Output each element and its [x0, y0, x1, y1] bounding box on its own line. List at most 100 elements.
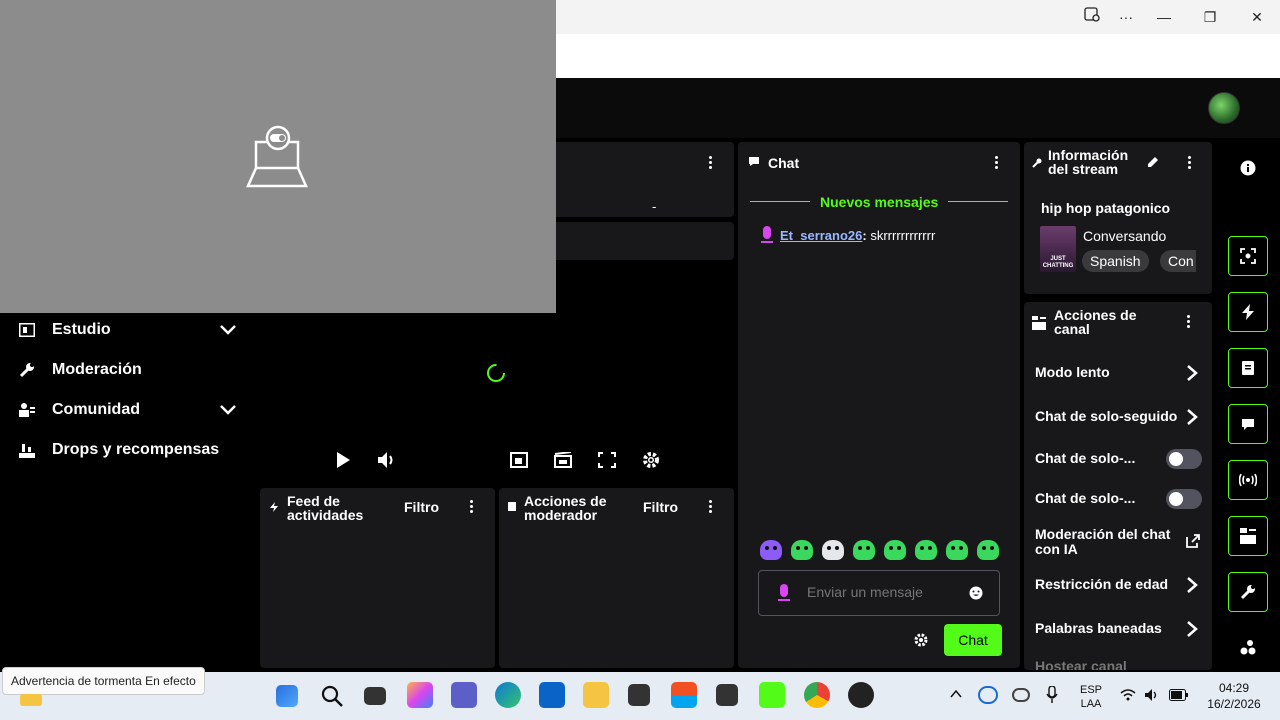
volume-icon[interactable] [1144, 688, 1160, 702]
cloud-icon[interactable] [1012, 688, 1030, 702]
banned-words-item[interactable]: Palabras baneadas [1035, 621, 1162, 636]
edge-icon[interactable] [495, 682, 521, 708]
search-icon[interactable] [1080, 6, 1106, 28]
task-view-icon[interactable] [364, 687, 386, 705]
chat-settings-gear-icon[interactable] [914, 633, 928, 647]
host-channel-item[interactable]: Hostear canal [1035, 659, 1127, 671]
minimize-button[interactable]: — [1151, 6, 1177, 28]
wifi-icon[interactable] [1120, 688, 1136, 702]
emote-icon[interactable] [760, 540, 782, 560]
kebab-menu-icon[interactable] [1185, 315, 1191, 329]
weather-widget-icon[interactable] [20, 694, 42, 706]
emoji-icon[interactable] [969, 586, 983, 600]
moderation-button[interactable] [1228, 572, 1268, 612]
chevron-right-icon[interactable] [1184, 576, 1200, 594]
activity-button[interactable] [1228, 292, 1268, 332]
pip-icon[interactable] [510, 452, 528, 468]
screenshot-icon [1240, 248, 1256, 264]
category-thumbnail[interactable]: JUST CHATTING [1040, 226, 1076, 272]
followers-only-item[interactable]: Chat de solo-seguido [1035, 409, 1185, 424]
sidebar-item-comunidad[interactable]: Comunidad [18, 398, 140, 422]
chat-button[interactable] [1228, 404, 1268, 444]
copilot-icon[interactable] [407, 682, 433, 708]
studio-icon [18, 321, 36, 339]
emote-icon[interactable] [977, 540, 999, 560]
obs-icon[interactable] [848, 682, 874, 708]
external-link-icon[interactable] [1186, 534, 1200, 548]
chat-bubble-icon [749, 157, 759, 166]
clock-time[interactable]: 04:29 [1196, 681, 1272, 695]
start-button-icon[interactable] [276, 685, 298, 707]
filter-button[interactable]: Filtro [404, 499, 439, 515]
close-button[interactable]: ✕ [1244, 6, 1270, 28]
app-f-icon[interactable] [716, 684, 738, 706]
file-explorer-icon[interactable] [583, 682, 609, 708]
play-icon[interactable] [336, 452, 350, 468]
emote-icon[interactable] [915, 540, 937, 560]
store-icon[interactable] [671, 682, 697, 708]
send-chat-button[interactable]: Chat [944, 624, 1002, 656]
age-restriction-item[interactable]: Restricción de edad [1035, 577, 1168, 592]
emote-icon[interactable] [946, 540, 968, 560]
channel-actions-button[interactable] [1228, 516, 1268, 556]
more-apps-icon[interactable] [1240, 640, 1256, 656]
volume-icon[interactable] [377, 451, 397, 469]
chevron-right-icon[interactable] [1184, 408, 1200, 426]
subscribers-only-toggle[interactable] [1166, 449, 1202, 469]
right-rail [1216, 142, 1280, 670]
chat-input-box [758, 570, 1000, 616]
panel-title: Información del stream [1048, 147, 1129, 177]
outlook-icon[interactable] [539, 682, 565, 708]
settings-gear-icon[interactable] [642, 451, 660, 469]
kebab-menu-icon[interactable] [993, 156, 999, 170]
chrome-icon[interactable] [804, 682, 830, 708]
kebab-menu-icon[interactable] [1186, 156, 1192, 170]
teams-icon[interactable] [451, 682, 477, 708]
info-icon[interactable] [1240, 160, 1256, 176]
chevron-right-icon[interactable] [1184, 364, 1200, 382]
subscribers-only-item: Chat de solo-... [1035, 450, 1136, 466]
app-y-icon[interactable] [628, 684, 650, 706]
pencil-icon[interactable] [1146, 155, 1160, 169]
channel-icon [1032, 316, 1046, 330]
chevron-right-icon[interactable] [1184, 620, 1200, 638]
chat-message-input[interactable] [807, 584, 957, 600]
ai-moderation-item[interactable]: Moderación del chat con IA [1035, 527, 1185, 557]
sidebar-item-estudio[interactable]: Estudio [18, 318, 111, 342]
notes-button[interactable] [1228, 348, 1268, 388]
microphone-icon[interactable] [777, 584, 791, 602]
emote-icon[interactable] [884, 540, 906, 560]
search-icon[interactable] [321, 685, 343, 707]
sync-icon[interactable] [978, 686, 998, 704]
more-icon[interactable]: ··· [1113, 6, 1139, 28]
fullscreen-icon[interactable] [598, 452, 616, 468]
sidebar-item-drops[interactable]: Drops y recompensas [18, 438, 219, 462]
chat-username[interactable]: Et_serrano26 [780, 228, 862, 243]
chevron-down-icon[interactable] [218, 320, 238, 340]
language-indicator[interactable]: ESP [1078, 683, 1104, 697]
battery-icon[interactable] [1169, 689, 1189, 701]
tray-chevron-up-icon[interactable] [950, 689, 962, 699]
tag-badge[interactable]: Con [1160, 250, 1196, 272]
emote-icon[interactable] [791, 540, 813, 560]
theater-icon[interactable] [554, 452, 572, 468]
screenshot-button[interactable] [1228, 236, 1268, 276]
slow-mode-item[interactable]: Modo lento [1035, 365, 1110, 380]
emote-icon[interactable] [822, 540, 844, 560]
kick-app-icon[interactable] [759, 682, 785, 708]
emote-only-toggle[interactable] [1166, 489, 1202, 509]
category-name[interactable]: Conversando [1083, 228, 1166, 244]
kebab-menu-icon[interactable] [468, 500, 474, 514]
restore-button[interactable]: ❐ [1197, 6, 1223, 28]
filter-button[interactable]: Filtro [643, 499, 678, 515]
broadcast-button[interactable] [1228, 460, 1268, 500]
emote-icon[interactable] [853, 540, 875, 560]
kebab-menu-icon[interactable] [707, 156, 713, 170]
tag-badge[interactable]: Spanish [1082, 250, 1149, 272]
sidebar-item-moderacion[interactable]: Moderación [18, 358, 142, 382]
chevron-down-icon[interactable] [218, 400, 238, 420]
clock-date[interactable]: 16/2/2026 [1196, 697, 1272, 711]
kebab-menu-icon[interactable] [707, 500, 713, 514]
avatar[interactable] [1208, 92, 1240, 124]
microphone-icon[interactable] [1046, 686, 1058, 704]
